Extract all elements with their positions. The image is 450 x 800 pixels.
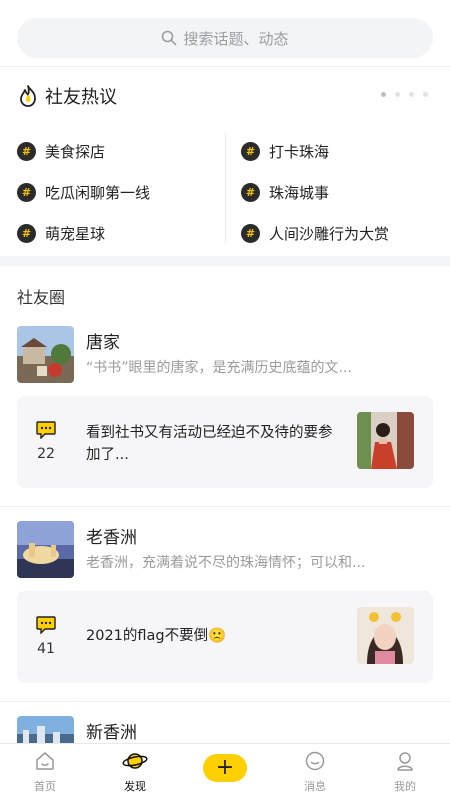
search-placeholder: 搜索话题、动态 [183,29,289,48]
carousel-dot[interactable] [423,92,428,97]
topic-label: 美食探店 [45,143,106,161]
post-text: 看到社书又有活动已经迫不及待的要参加了... [86,425,333,463]
nav-messages-label: 消息 [304,780,326,793]
hot-topics-title: 社友热议 [45,87,117,108]
flame-icon [20,85,36,107]
comment-icon [36,421,56,439]
card-separator [0,506,450,507]
card-separator [0,701,450,702]
circle-thumbnail[interactable] [17,326,74,383]
nav-profile-label: 我的 [394,780,416,793]
search-icon [162,30,177,46]
nav-messages[interactable]: 消息 [285,750,345,794]
comment-icon [36,616,56,634]
topic-item[interactable]: # 吃瓜闲聊第一线 [17,172,150,213]
carousel-dot[interactable] [381,92,386,97]
topic-list-right: # 打卡珠海 # 珠海城事 # 人间沙雕行为大赏 [241,131,389,254]
circle-section-title: 社友圈 [17,288,66,307]
nav-discover[interactable]: 发现 [105,750,165,794]
circle-card[interactable]: 新香洲 [0,716,450,743]
carousel-dot[interactable] [409,92,414,97]
section-gap [0,256,450,266]
nav-profile[interactable]: 我的 [375,750,435,794]
topic-item[interactable]: # 珠海城事 [241,172,389,213]
carousel-dot[interactable] [395,92,400,97]
topic-item[interactable]: # 打卡珠海 [241,131,389,172]
nav-home[interactable]: 首页 [15,750,75,794]
comment-count: 41 [37,641,55,657]
search-area: 搜索话题、动态 [0,0,450,66]
post-thumbnail[interactable] [357,412,414,469]
circle-name: 唐家 [86,333,120,353]
topic-label: 吃瓜闲聊第一线 [45,184,151,202]
topic-item[interactable]: # 人间沙雕行为大赏 [241,213,389,254]
search-input[interactable]: 搜索话题、动态 [17,18,433,58]
hot-topics-header: 社友热议 [17,83,117,109]
hot-topics-section: 社友热议 # 美食探店 # 吃瓜闲聊第一线 # 萌宠星球 # 打卡珠海 # 珠海… [0,66,450,256]
hashtag-icon: # [241,142,260,161]
hashtag-icon: # [17,224,36,243]
hashtag-icon: # [17,183,36,202]
topic-label: 珠海城事 [269,184,330,202]
discover-page: 搜索话题、动态 社友热议 # 美食探店 # 吃瓜闲聊第一线 # 萌宠星球 # 打… [0,0,450,800]
nav-home-label: 首页 [34,780,56,793]
circle-description: 老香洲，充满着说不尽的珠海情怀；可以和... [86,555,366,571]
post-thumbnail[interactable] [357,607,414,664]
nav-discover-label: 发现 [124,780,146,793]
hashtag-icon: # [241,183,260,202]
featured-post[interactable]: 41 2021的flag不要倒🙁 [17,591,433,683]
circle-thumbnail[interactable] [17,521,74,578]
add-post-button[interactable]: + [203,754,247,782]
circle-name: 新香洲 [86,723,137,743]
hashtag-icon: # [17,142,36,161]
topic-label: 打卡珠海 [269,143,330,161]
hashtag-icon: # [241,224,260,243]
circle-name: 老香洲 [86,528,137,548]
comment-count: 22 [37,446,55,462]
circle-card[interactable]: 唐家 “书书”眼里的唐家，是充满历史底蕴的文... 22 看到社书又有活动已经迫… [0,326,450,496]
user-icon [397,752,413,771]
topic-item[interactable]: # 萌宠星球 [17,213,150,254]
bottom-nav: 首页 发现 + 消息 我的 [0,743,450,800]
circle-card[interactable]: 老香洲 老香洲，充满着说不尽的珠海情怀；可以和... 41 2021的flag不… [0,521,450,691]
plus-icon: + [215,755,235,780]
circle-description: “书书”眼里的唐家，是充满历史底蕴的文... [86,360,352,376]
column-divider [225,133,226,243]
home-icon [36,752,54,770]
topic-list-left: # 美食探店 # 吃瓜闲聊第一线 # 萌宠星球 [17,131,150,254]
chat-bubble-icon [305,751,325,771]
featured-post[interactable]: 22 看到社书又有活动已经迫不及待的要参加了... [17,396,433,488]
topic-label: 人间沙雕行为大赏 [269,225,390,243]
circle-thumbnail[interactable] [17,716,74,743]
carousel-dots [381,92,428,97]
topic-item[interactable]: # 美食探店 [17,131,150,172]
planet-icon [122,753,148,769]
post-text: 2021的flag不要倒🙁 [86,628,227,644]
topic-label: 萌宠星球 [45,225,106,243]
